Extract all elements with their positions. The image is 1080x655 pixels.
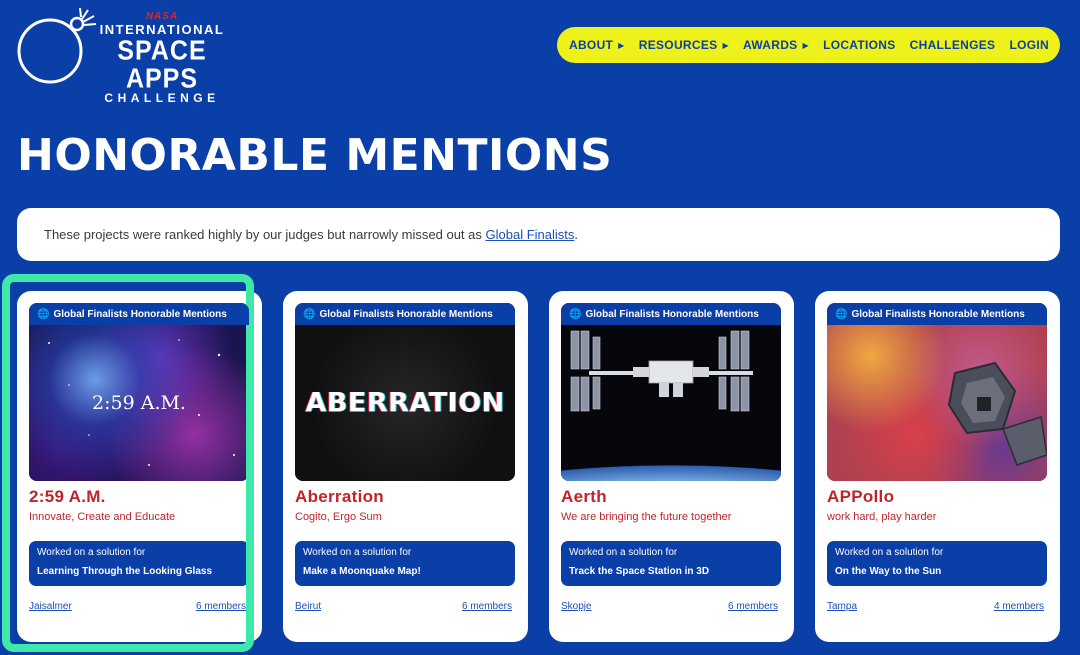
nav-locations[interactable]: LOCATIONS xyxy=(823,38,895,52)
nav-awards-label: AWARDS xyxy=(743,38,798,52)
challenge-label: Worked on a solution for xyxy=(303,547,412,558)
card-location-link[interactable]: Skopje xyxy=(561,601,592,612)
logo[interactable]: NASA INTERNATIONAL SPACE APPS CHALLENGE xyxy=(16,6,226,104)
space-apps-logo-icon xyxy=(17,7,97,84)
spacecraft-icon xyxy=(947,361,1047,466)
card-location-link[interactable]: Beirut xyxy=(295,601,321,612)
nav-challenges-label: CHALLENGES xyxy=(909,38,996,52)
card-location-link[interactable]: Tampa xyxy=(827,601,857,612)
card-badge-label: Global Finalists Honorable Mentions xyxy=(319,308,493,320)
intro-box: These projects were ranked highly by our… xyxy=(17,208,1060,261)
project-card[interactable]: 🌐 Global Finalists Honorable Mentions AP… xyxy=(815,291,1060,642)
card-media[interactable]: 🌐 Global Finalists Honorable Mentions 2:… xyxy=(29,303,249,481)
card-badge-label: Global Finalists Honorable Mentions xyxy=(53,308,227,320)
challenge-box[interactable]: Worked on a solution for Track the Space… xyxy=(561,541,781,586)
card-badge: 🌐 Global Finalists Honorable Mentions xyxy=(295,303,515,325)
card-badge-label: Global Finalists Honorable Mentions xyxy=(585,308,759,320)
nav-resources-label: RESOURCES xyxy=(638,38,718,52)
space-station-icon xyxy=(570,330,753,412)
card-badge: 🌐 Global Finalists Honorable Mentions xyxy=(29,303,249,325)
challenge-box[interactable]: Worked on a solution for Learning Throug… xyxy=(29,541,249,586)
nav-challenges[interactable]: CHALLENGES xyxy=(910,38,996,52)
card-media[interactable]: 🌐 Global Finalists Honorable Mentions AB… xyxy=(295,303,515,481)
card-image: 2:59 A.M. xyxy=(29,325,249,481)
intro-text-body: These projects were ranked highly by our… xyxy=(44,227,486,242)
card-image: ABERRATION xyxy=(295,325,515,481)
card-tagline: Innovate, Create and Educate xyxy=(29,511,176,523)
card-members-link[interactable]: 6 members xyxy=(462,601,512,612)
project-card[interactable]: 🌐 Global Finalists Honorable Mentions AB… xyxy=(283,291,528,642)
caret-right-icon: ▶ xyxy=(618,40,625,50)
nav-awards[interactable]: AWARDS ▶ xyxy=(743,38,809,52)
nav-login-label: LOGIN xyxy=(1009,38,1049,52)
logo-nasa: NASA xyxy=(145,11,179,22)
globe-icon: 🌐 xyxy=(303,308,316,320)
card-image xyxy=(827,325,1047,481)
card-members-link[interactable]: 6 members xyxy=(196,601,246,612)
globe-icon: 🌐 xyxy=(569,308,582,320)
card-image xyxy=(561,325,781,481)
logo-line2: SPACE APPS xyxy=(117,34,207,95)
globe-icon: 🌐 xyxy=(835,308,848,320)
caret-right-icon: ▶ xyxy=(802,40,809,50)
challenge-label: Worked on a solution for xyxy=(835,547,944,558)
nav-resources[interactable]: RESOURCES ▶ xyxy=(639,38,729,52)
intro-text-end: . xyxy=(574,227,578,242)
challenge-name: Track the Space Station in 3D xyxy=(569,566,710,577)
nav-locations-label: LOCATIONS xyxy=(823,38,896,52)
nav-about-label: ABOUT xyxy=(569,38,614,52)
challenge-box[interactable]: Worked on a solution for On the Way to t… xyxy=(827,541,1047,586)
card-badge: 🌐 Global Finalists Honorable Mentions xyxy=(827,303,1047,325)
card-badge-label: Global Finalists Honorable Mentions xyxy=(851,308,1025,320)
page-title: HONORABLE MENTIONS xyxy=(17,130,613,181)
project-card[interactable]: 🌐 Global Finalists Honorable Mentions Ae… xyxy=(549,291,794,642)
card-title[interactable]: 2:59 A.M. xyxy=(29,487,106,507)
challenge-name: Make a Moonquake Map! xyxy=(303,566,421,577)
nav-login[interactable]: LOGIN xyxy=(1009,38,1049,52)
challenge-label: Worked on a solution for xyxy=(569,547,678,558)
main-nav: ABOUT ▶ RESOURCES ▶ AWARDS ▶ LOCATIONS C… xyxy=(557,27,1060,63)
caret-right-icon: ▶ xyxy=(722,40,729,50)
nav-about[interactable]: ABOUT ▶ xyxy=(569,38,625,52)
card-image-text: 2:59 A.M. xyxy=(92,392,186,414)
card-media[interactable]: 🌐 Global Finalists Honorable Mentions xyxy=(561,303,781,481)
challenge-label: Worked on a solution for xyxy=(37,547,146,558)
card-title[interactable]: Aberration xyxy=(295,487,384,507)
challenge-name: Learning Through the Looking Glass xyxy=(37,566,213,577)
challenge-name: On the Way to the Sun xyxy=(835,566,942,577)
global-finalists-link[interactable]: Global Finalists xyxy=(486,227,575,242)
intro-text: These projects were ranked highly by our… xyxy=(44,227,578,242)
globe-icon: 🌐 xyxy=(37,308,50,320)
challenge-box[interactable]: Worked on a solution for Make a Moonquak… xyxy=(295,541,515,586)
card-title[interactable]: APPollo xyxy=(827,487,894,507)
card-badge: 🌐 Global Finalists Honorable Mentions xyxy=(561,303,781,325)
card-members-link[interactable]: 4 members xyxy=(994,601,1044,612)
card-tagline: work hard, play harder xyxy=(827,511,937,523)
card-tagline: We are bringing the future together xyxy=(561,511,732,523)
card-members-link[interactable]: 6 members xyxy=(728,601,778,612)
project-card[interactable]: 🌐 Global Finalists Honorable Mentions 2:… xyxy=(17,291,262,642)
card-media[interactable]: 🌐 Global Finalists Honorable Mentions xyxy=(827,303,1047,481)
card-title[interactable]: Aerth xyxy=(561,487,607,507)
card-location-link[interactable]: Jaisalmer xyxy=(29,601,72,612)
card-tagline: Cogito, Ergo Sum xyxy=(295,511,382,523)
card-image-text: ABERRATION xyxy=(305,387,505,419)
